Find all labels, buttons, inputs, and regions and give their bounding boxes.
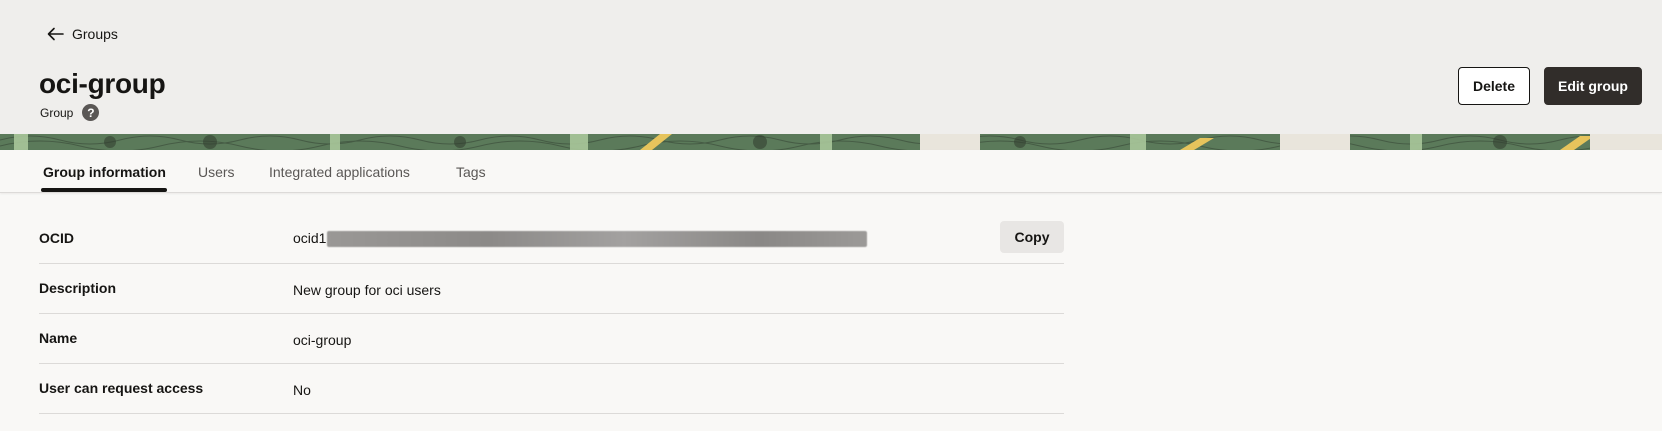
- ocid-value-prefix: ocid1: [293, 230, 327, 246]
- back-to-groups-link[interactable]: Groups: [47, 26, 118, 42]
- resource-type-label: Group: [40, 105, 74, 120]
- ocid-label: OCID: [39, 230, 74, 246]
- help-icon[interactable]: ?: [82, 104, 100, 121]
- description-value: New group for oci users: [293, 282, 441, 298]
- back-link-label: Groups: [72, 26, 118, 42]
- page-title: oci-group: [39, 68, 166, 99]
- name-label: Name: [39, 330, 78, 346]
- tab-bar: Group information Users Integrated appli…: [0, 150, 1662, 193]
- copy-ocid-button[interactable]: Copy: [1000, 221, 1064, 253]
- tab-group-information[interactable]: Group information: [43, 164, 166, 180]
- active-tab-indicator: [41, 188, 167, 192]
- page-header: Groups oci-group Group ? Delete Edit gro…: [0, 0, 1662, 142]
- ocid-value: ocid1: [293, 230, 868, 248]
- name-value: oci-group: [293, 332, 352, 348]
- group-details: OCID ocid1 Copy Description New group fo…: [39, 214, 1064, 414]
- detail-row-description: Description New group for oci users: [39, 264, 1064, 314]
- tab-tags[interactable]: Tags: [456, 164, 486, 180]
- detail-row-ocid: OCID ocid1 Copy: [39, 214, 1064, 264]
- tab-users[interactable]: Users: [198, 164, 235, 180]
- detail-row-request-access: User can request access No: [39, 364, 1064, 414]
- edit-group-button[interactable]: Edit group: [1544, 67, 1642, 105]
- tab-integrated-applications[interactable]: Integrated applications: [269, 164, 410, 180]
- request-access-label: User can request access: [39, 380, 204, 396]
- description-label: Description: [39, 280, 117, 296]
- page-subtitle: Group ?: [40, 104, 100, 121]
- request-access-value: No: [293, 382, 311, 398]
- decorative-banner: [0, 134, 1662, 150]
- detail-row-name: Name oci-group: [39, 314, 1064, 364]
- banner-pattern: [0, 134, 1662, 150]
- ocid-redacted: [327, 231, 868, 248]
- delete-button[interactable]: Delete: [1458, 67, 1530, 105]
- arrow-left-icon: [47, 27, 64, 41]
